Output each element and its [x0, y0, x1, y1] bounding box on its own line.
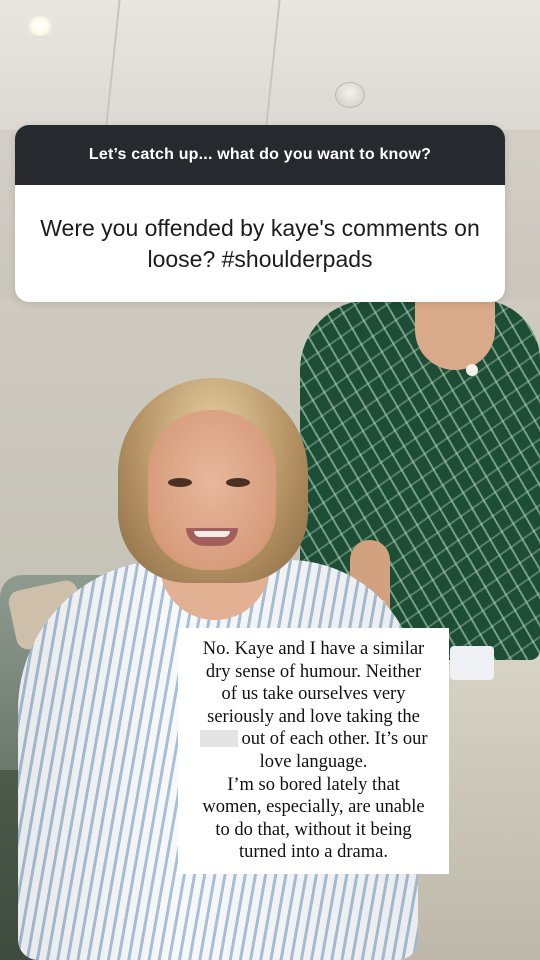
answer-line: No. Kaye and I have a similar	[202, 639, 425, 659]
question-sticker-prompt: Let’s catch up... what do you want to kn…	[15, 125, 505, 185]
redaction-box	[199, 730, 238, 748]
smoke-detector	[335, 82, 365, 108]
answer-line: out of each other. It’s our	[241, 729, 428, 750]
ceiling-light	[26, 16, 54, 36]
right-eye	[226, 478, 250, 487]
answer-text-box: No. Kaye and I have a similar dry sense …	[178, 628, 449, 874]
seated-person-face	[148, 410, 276, 570]
story-frame: Let’s catch up... what do you want to kn…	[0, 0, 540, 960]
lanyard-badge	[450, 646, 494, 680]
answer-line: of us take ourselves very	[221, 684, 406, 705]
question-sticker[interactable]: Let’s catch up... what do you want to kn…	[15, 125, 505, 302]
ceiling	[0, 0, 540, 130]
answer-line: seriously and love taking the	[207, 706, 420, 727]
answer-line-with-redaction: out of each other. It’s our	[184, 728, 443, 751]
answer-line: I’m so bored lately that	[227, 774, 400, 795]
left-eye	[168, 478, 192, 487]
pendant-necklace	[466, 364, 478, 376]
answer-line: women, especially, are unable	[202, 797, 425, 818]
answer-line: turned into a drama.	[239, 842, 388, 863]
question-sticker-question: Were you offended by kaye's comments on …	[40, 214, 480, 272]
answer-line: dry sense of humour. Neither	[205, 661, 422, 682]
answer-line: love language.	[259, 751, 368, 772]
answer-line: to do that, without it being	[215, 819, 412, 840]
